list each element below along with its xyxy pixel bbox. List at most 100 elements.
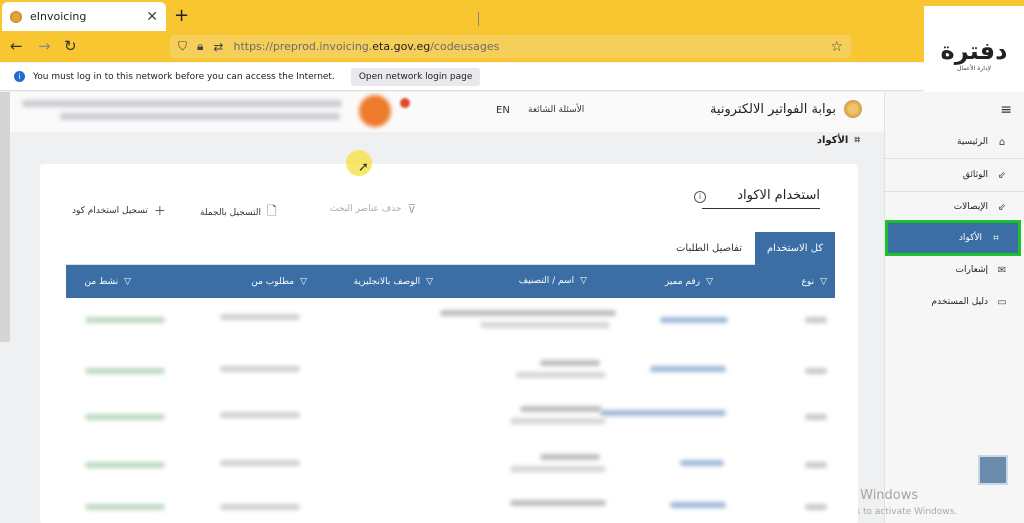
- breadcrumb-label: الأكواد: [816, 135, 849, 146]
- plus-icon: ＋: [153, 204, 166, 218]
- site-favicon-icon: [10, 10, 22, 23]
- info-icon[interactable]: i: [694, 191, 706, 203]
- blurred-cell: [680, 460, 724, 466]
- hamburger-menu-icon[interactable]: ≡: [1000, 102, 1012, 118]
- sidebar-item-user-guide[interactable]: ▭ دليل المستخدم: [884, 288, 1024, 316]
- new-tab-icon[interactable]: +: [174, 5, 189, 26]
- forward-arrow-icon[interactable]: →: [38, 37, 51, 55]
- file-icon: 🗋︎: [267, 204, 277, 218]
- sidebar-item-label: دليل المستخدم: [931, 297, 988, 307]
- bulk-register-label: التسجيل بالجملة: [200, 207, 261, 218]
- browser-tab-bar: eInvoicing ✕ +: [0, 0, 1024, 31]
- filter-clear-icon: ⊽: [407, 202, 417, 216]
- tab-request-details[interactable]: تفاصيل الطلبات: [665, 232, 753, 265]
- blurred-cell: [85, 504, 165, 510]
- browser-tab[interactable]: eInvoicing ✕: [2, 2, 166, 31]
- tab-all-usages[interactable]: كل الاستخدام: [755, 232, 835, 265]
- sidebar-item-home[interactable]: ⌂ الرئيسية: [884, 128, 1024, 156]
- column-header-english-description[interactable]: ▽ الوصف بالانجليزية: [354, 265, 433, 298]
- clear-filters-button[interactable]: ⊽ حذف عناصر البحث: [330, 202, 416, 216]
- logo-title: دفترة: [940, 37, 1008, 65]
- windows-watermark-title: e Windows: [848, 488, 919, 503]
- blurred-cell: [540, 454, 600, 460]
- register-code-button[interactable]: ＋ تسجيل استخدام كود: [72, 202, 166, 219]
- column-header-name-category[interactable]: ▽ اسم / التصنيف: [501, 265, 587, 298]
- info-icon: i: [14, 71, 25, 82]
- blurred-cell: [85, 368, 165, 374]
- blurred-cell: [660, 317, 728, 323]
- home-icon: ⌂: [998, 136, 1006, 148]
- language-toggle[interactable]: EN: [496, 105, 510, 116]
- sidebar-item-receipts[interactable]: ⇙ الإيصالات: [884, 193, 1024, 221]
- sidebar-divider: [884, 191, 1024, 192]
- filter-icon: ▽: [580, 276, 587, 286]
- blurred-cell: [480, 322, 610, 328]
- sidebar-item-label: الوثائق: [962, 170, 988, 180]
- portal-brand[interactable]: بوابة الفواتير الالكترونية: [710, 100, 862, 118]
- codes-icon: ⌗: [854, 135, 860, 146]
- close-tab-icon[interactable]: ✕: [146, 9, 158, 25]
- portal-logo-icon: [844, 100, 862, 118]
- notice-message: You must log in to this network before y…: [33, 71, 335, 82]
- filter-icon: ▽: [300, 276, 307, 287]
- header-divider: [478, 12, 479, 26]
- codes-icon: ⌗: [993, 232, 999, 244]
- daftra-logo: دفترة لإدارة الأعمال: [924, 6, 1024, 103]
- mouse-cursor-icon: ➚: [358, 160, 369, 175]
- table-header: ▽ نوع ▽ رقم مميز ▽ اسم / التصنيف ▽ الوصف…: [66, 265, 835, 298]
- portal-header: بوابة الفواتير الالكترونية الأسئلة الشائ…: [10, 92, 884, 132]
- screen: eInvoicing ✕ + ← → ↻ ⛉ 🔒︎ ⇄ https://prep…: [0, 0, 1024, 523]
- reload-icon[interactable]: ↻: [64, 37, 77, 55]
- user-avatar[interactable]: [359, 95, 391, 127]
- faq-link[interactable]: الأسئلة الشائعة: [528, 105, 584, 115]
- filter-icon: ▽: [820, 276, 827, 287]
- back-arrow-icon[interactable]: ←: [10, 37, 23, 55]
- address-bar[interactable]: ⛉ 🔒︎ ⇄ https://preprod.invoicing.eta.gov…: [170, 35, 851, 58]
- blurred-cell: [220, 460, 300, 466]
- bookmark-star-icon[interactable]: ☆: [830, 39, 843, 55]
- filter-icon: ▽: [426, 276, 433, 287]
- open-login-page-button[interactable]: Open network login page: [350, 67, 481, 86]
- blurred-cell: [220, 504, 300, 510]
- clear-filters-label: حذف عناصر البحث: [330, 204, 402, 214]
- blurred-cell: [670, 502, 726, 508]
- blurred-cell: [600, 410, 726, 416]
- blurred-cell: [220, 314, 300, 320]
- sidebar-item-label: الرئيسية: [957, 137, 988, 147]
- shield-icon: ⛉: [178, 39, 188, 53]
- blurred-cell: [510, 466, 606, 472]
- column-header-type[interactable]: ▽ نوع: [802, 265, 827, 298]
- blurred-cell: [510, 500, 606, 506]
- blurred-cell: [85, 317, 165, 323]
- blurred-cell: [220, 412, 300, 418]
- column-header-item-code[interactable]: ▽ رقم مميز: [665, 265, 713, 298]
- blurred-user-detail: [60, 113, 340, 120]
- receipts-icon: ⇙: [997, 201, 1007, 213]
- sidebar-item-label: الإيصالات: [953, 202, 988, 212]
- sidebar-item-codes[interactable]: ⌗ الأكواد: [885, 220, 1021, 256]
- blurred-cell: [805, 317, 827, 323]
- bulk-register-button[interactable]: 🗋︎ التسجيل بالجملة: [200, 202, 277, 223]
- sidebar-item-label: إشعارات: [955, 265, 988, 275]
- code-usage-card: استخدام الاكواد i ⊽ حذف عناصر البحث 🗋︎ ا…: [40, 164, 858, 523]
- filter-icon: ▽: [124, 276, 131, 287]
- blurred-cell: [805, 462, 827, 468]
- windows-taskbar-icon: [978, 455, 1008, 485]
- tab-title: eInvoicing: [30, 10, 87, 23]
- blurred-cell: [805, 368, 827, 374]
- sidebar-item-label: الأكواد: [958, 233, 982, 243]
- column-header-active-from[interactable]: ▽ نشط من: [84, 265, 131, 298]
- blurred-cell: [540, 360, 600, 366]
- sidebar-item-documents[interactable]: ⇙ الوثائق: [884, 161, 1024, 189]
- notifications-icon: ✉: [997, 264, 1007, 276]
- notification-dot: [400, 98, 410, 108]
- column-header-requested-from[interactable]: ▽ مطلوب من: [251, 265, 307, 298]
- blurred-cell: [805, 414, 827, 420]
- blurred-cell: [650, 366, 726, 372]
- blurred-cell: [510, 418, 606, 424]
- filter-icon: ▽: [706, 276, 713, 287]
- network-login-notice: i You must log in to this network before…: [0, 63, 924, 91]
- lock-icon: 🔒︎: [197, 39, 204, 53]
- blurred-cell: [805, 504, 827, 510]
- sidebar-item-notifications[interactable]: ✉ إشعارات: [884, 256, 1024, 284]
